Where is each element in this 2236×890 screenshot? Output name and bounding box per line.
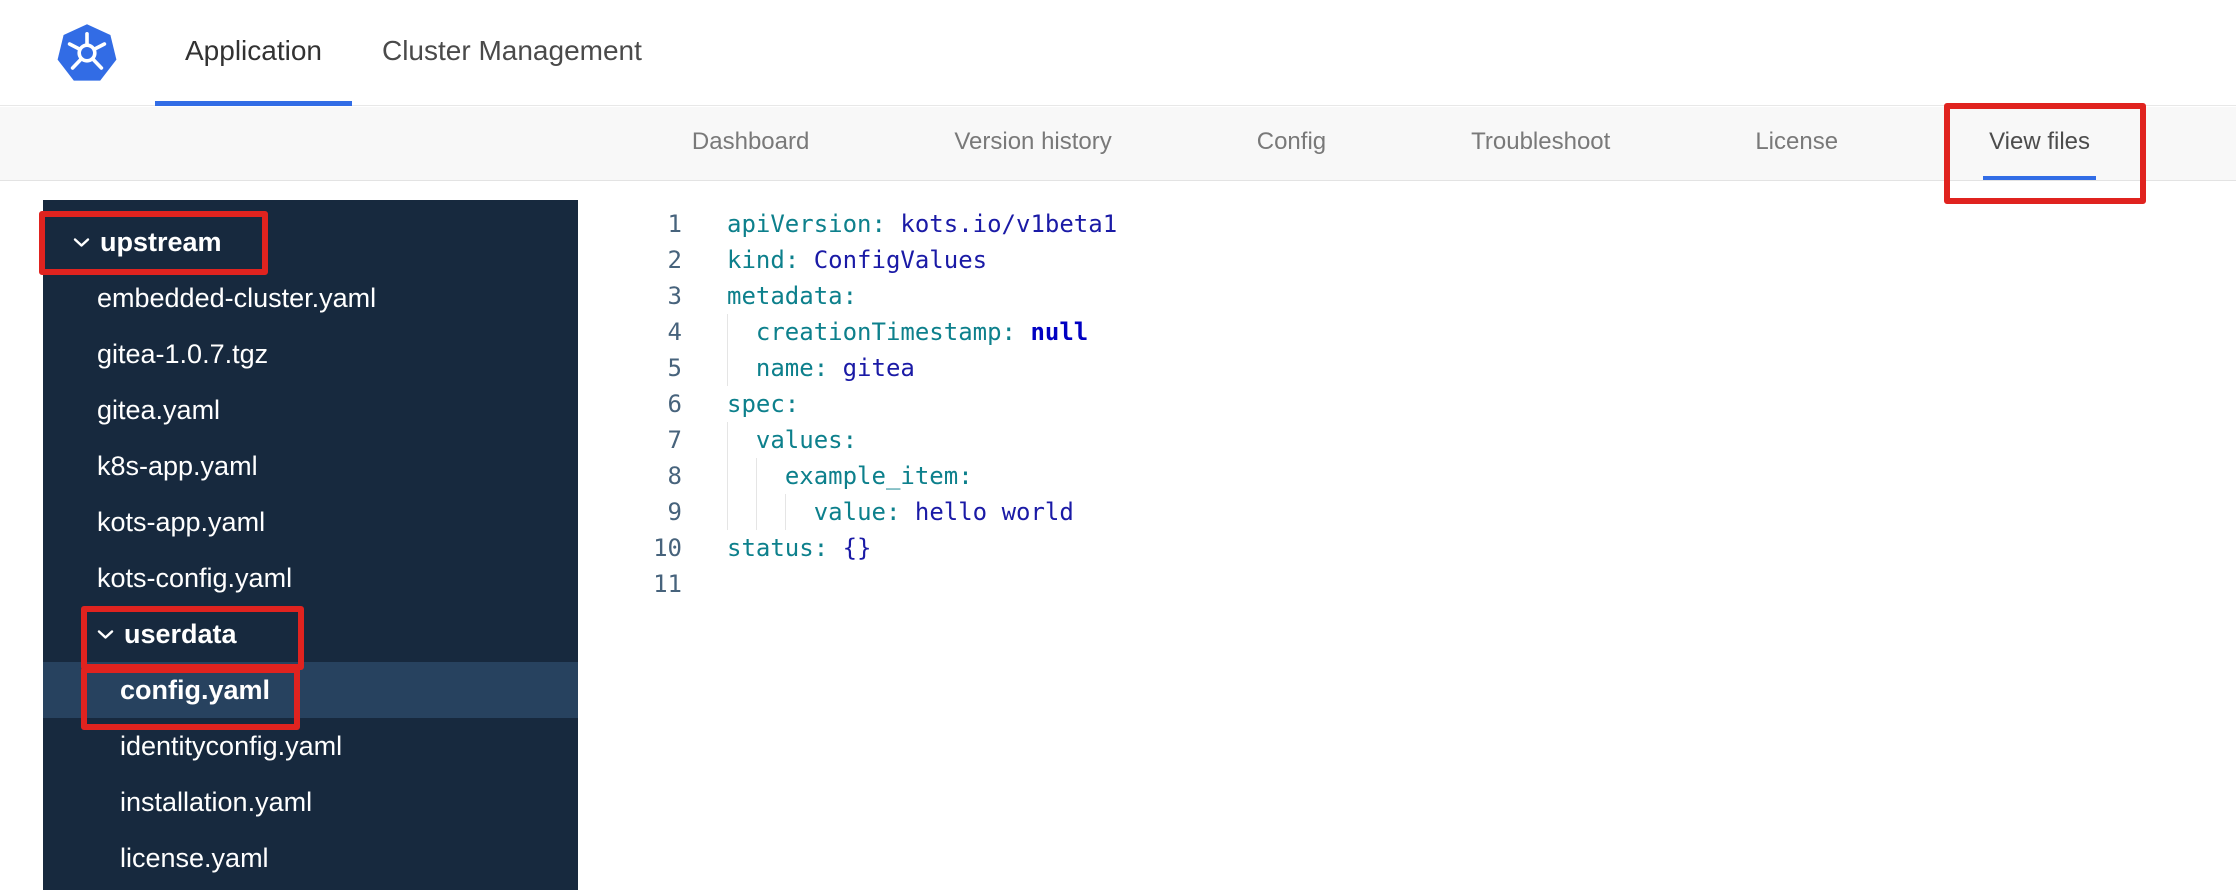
tree-item-label: kots-config.yaml [97,562,293,593]
tree-item-label: installation.yaml [120,786,313,817]
tree-item-label: config.yaml [120,674,271,705]
line-number: 4 [667,318,682,346]
tree-folder-userdata[interactable]: userdata [43,606,578,662]
subnav-item-view-files[interactable]: View files [1983,107,2096,180]
code-text: metadata: [727,278,857,314]
tree-item-label: upstream [100,226,222,257]
code-text: status: {} [727,530,872,566]
code-line: 7 values: [578,422,2236,458]
code-token-value: ConfigValues [813,246,988,274]
code-token-null: null [1030,318,1089,346]
tree-item-label: gitea-1.0.7.tgz [97,338,269,369]
code-token-key: metadata: [727,282,858,310]
tree-item-label: license.yaml [120,842,269,873]
code-text: kind: ConfigValues [727,242,987,278]
line-number: 5 [667,354,682,382]
line-number: 11 [653,570,682,598]
kubernetes-logo [57,23,117,83]
code-token-key: name: [755,354,829,382]
code-editor: 1 apiVersion: kots.io/v1beta1 2 kind: Confi… [578,200,2236,890]
file-tree: upstream embedded-cluster.yaml gitea-1.0.7… [43,200,578,890]
tree-file-embedded-cluster-yaml[interactable]: embedded-cluster.yaml [43,270,578,326]
code-line: 3 metadata: [578,278,2236,314]
code-token-key: values: [755,426,858,454]
code-token-key: example_item: [784,462,973,490]
topbar: Application Cluster Management [0,0,2236,106]
code-text: example_item: [727,458,973,494]
code-token-key: kind: [727,246,800,274]
tree-file-gitea-1-0-7-tgz[interactable]: gitea-1.0.7.tgz [43,326,578,382]
tree-folder-upstream[interactable]: upstream [43,214,578,270]
subnav-item-version-history[interactable]: Version history [954,107,1111,180]
code-token-key: status: [727,534,829,562]
code-line: 8 example_item: [578,458,2236,494]
code-line: 6 spec: [578,386,2236,422]
code-token-key: value: [813,498,901,526]
code-token-value: {} [842,534,872,562]
code-text: spec: [727,386,799,422]
code-token-value: kots.io/v1beta1 [900,210,1118,238]
subnav-item-dashboard[interactable]: Dashboard [692,107,809,180]
line-number: 1 [667,210,682,238]
tree-item-label: gitea.yaml [97,394,221,425]
code-text: creationTimestamp: null [727,314,1088,350]
chevron-down-icon [73,237,90,248]
chevron-down-icon [97,629,114,640]
tree-item-label: kots-app.yaml [97,506,266,537]
line-number: 10 [653,534,682,562]
code-token-key: spec: [727,390,800,418]
code-line: 10 status: {} [578,530,2236,566]
line-number: 8 [667,462,682,490]
code-token-value: gitea [842,354,915,382]
subnav: Dashboard Version history Config Troublesho… [0,107,2236,181]
code-line: 2 kind: ConfigValues [578,242,2236,278]
tree-file-k8s-app-yaml[interactable]: k8s-app.yaml [43,438,578,494]
subnav-item-troubleshoot[interactable]: Troubleshoot [1471,107,1610,180]
code-line: 4 creationTimestamp: null [578,314,2236,350]
tree-file-kots-config-yaml[interactable]: kots-config.yaml [43,550,578,606]
tree-item-label: k8s-app.yaml [97,450,258,481]
line-number: 7 [667,426,682,454]
tree-item-label: embedded-cluster.yaml [97,282,377,313]
tree-file-identityconfig-yaml[interactable]: identityconfig.yaml [43,718,578,774]
code-line: 11 [578,566,2236,602]
subnav-item-config[interactable]: Config [1257,107,1326,180]
code-line: 1 apiVersion: kots.io/v1beta1 [578,206,2236,242]
code-text: apiVersion: kots.io/v1beta1 [727,206,1117,242]
code-token-value: hello world [914,498,1074,526]
tree-item-label: identityconfig.yaml [120,730,343,761]
code-token-key: apiVersion: [727,210,886,238]
tree-file-config-yaml[interactable]: config.yaml [43,662,578,718]
tree-file-installation-yaml[interactable]: installation.yaml [43,774,578,830]
code-text: name: gitea [727,350,915,386]
line-number: 3 [667,282,682,310]
tree-item-label: userdata [124,618,237,649]
tree-file-gitea-yaml[interactable]: gitea.yaml [43,382,578,438]
code-line: 9 value: hello world [578,494,2236,530]
code-text: value: hello world [727,494,1074,530]
topnav-tab-application[interactable]: Application [155,0,352,106]
tree-file-kots-app-yaml[interactable]: kots-app.yaml [43,494,578,550]
topnav-tab-cluster-management[interactable]: Cluster Management [352,0,672,106]
subnav-item-license[interactable]: License [1755,107,1838,180]
line-number: 6 [667,390,682,418]
kubernetes-helm-icon [57,24,117,81]
line-number: 2 [667,246,682,274]
code-line: 5 name: gitea [578,350,2236,386]
code-token-key: creationTimestamp: [755,318,1016,346]
tree-file-license-yaml[interactable]: license.yaml [43,830,578,886]
topnav-tabs: Application Cluster Management [155,0,672,106]
code-text: values: [727,422,857,458]
line-number: 9 [667,498,682,526]
